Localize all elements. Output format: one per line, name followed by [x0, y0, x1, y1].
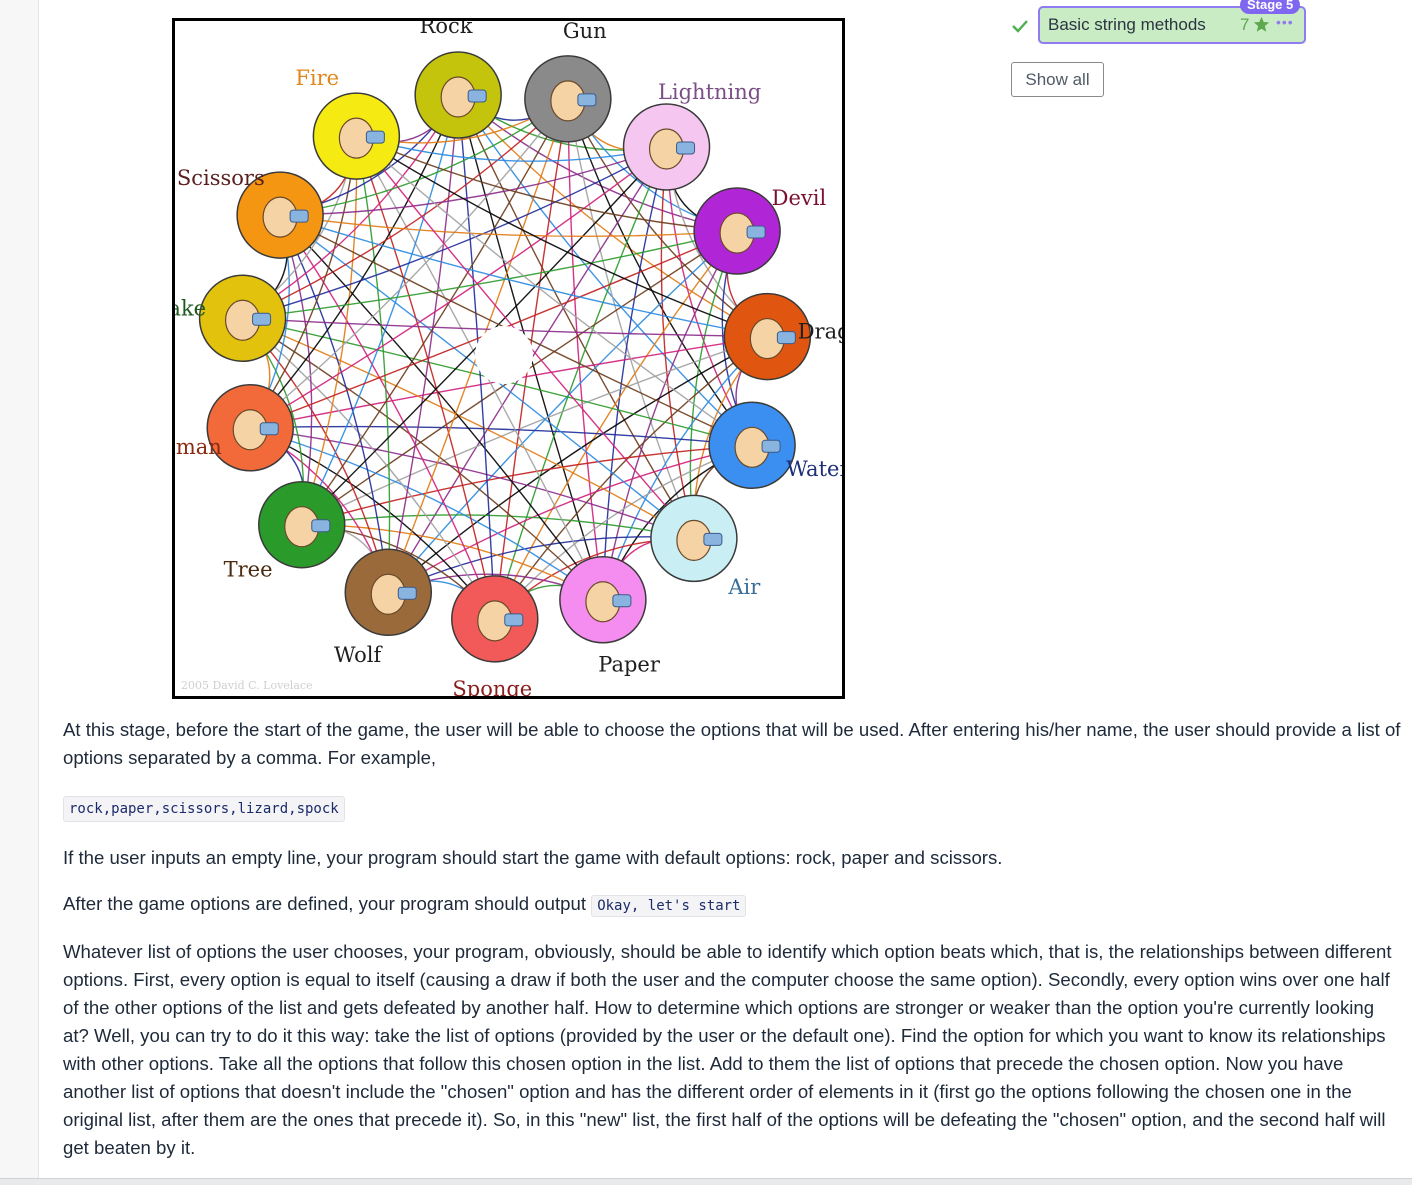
gesture-scissors: Scissors — [177, 166, 324, 259]
sleeve-icon — [397, 586, 417, 600]
left-rail — [0, 0, 39, 1184]
gesture-fire: Fire — [295, 66, 401, 180]
gesture-gun: Gun — [524, 21, 612, 143]
check-icon — [1012, 20, 1028, 33]
gesture-label: Devil — [772, 186, 827, 210]
stage-badge: Stage 5 — [1240, 0, 1301, 14]
show-all-button[interactable]: Show all — [1011, 62, 1104, 97]
gesture-human: Human — [175, 384, 294, 472]
gesture-dragon: Dragon — [723, 292, 842, 381]
sleeve-icon — [676, 141, 696, 155]
beats-arrow — [280, 214, 738, 237]
gesture-label: Paper — [598, 653, 661, 677]
beats-arrow — [355, 135, 391, 593]
center-hole — [475, 326, 533, 384]
copyright-text: 2005 David C. Lovelace — [181, 679, 313, 692]
gesture-rock: Rock — [414, 21, 502, 139]
gesture-label: Sponge — [452, 677, 532, 696]
beats-arrow — [388, 536, 694, 593]
paragraph-okay-start: After the game options are defined, your… — [63, 890, 1403, 920]
gesture-label: Human — [175, 435, 222, 459]
gesture-label: Lightning — [658, 80, 761, 104]
stage-card[interactable]: Stage 5 Basic string methods 7 ••• — [1038, 0, 1306, 44]
paragraph-options-intro: At this stage, before the start of the g… — [63, 719, 1401, 768]
sleeve-icon — [259, 422, 279, 436]
gesture-label: Air — [727, 575, 761, 599]
sleeve-icon — [289, 209, 309, 223]
gesture-snake: Snake — [175, 274, 287, 363]
gesture-lightning: Lightning — [622, 80, 761, 191]
gesture-tree: Tree — [224, 480, 346, 582]
gesture-label: Dragon — [798, 320, 842, 344]
gesture-sponge: Sponge — [451, 575, 539, 696]
star-icon — [1253, 16, 1270, 32]
rpsls-15-diagram: Rock Gun Lightning Devil Dragon Water Air Paper… — [172, 18, 845, 699]
sleeve-icon — [504, 613, 524, 627]
gesture-paper: Paper — [559, 556, 661, 677]
gesture-label: Water — [786, 457, 842, 481]
stage-score: 7 — [1240, 15, 1250, 34]
gesture-wolf: Wolf — [334, 548, 433, 667]
sleeve-icon — [746, 225, 766, 239]
more-icon[interactable]: ••• — [1276, 14, 1294, 30]
gesture-devil: Devil — [693, 186, 827, 275]
gesture-water: Water — [708, 401, 842, 490]
okay-start-code: Okay, let's start — [591, 895, 747, 917]
gesture-label: Gun — [563, 21, 607, 43]
gesture-label: Fire — [295, 66, 339, 90]
beats-arrow — [660, 146, 695, 539]
rps-diagram-svg: Rock Gun Lightning Devil Dragon Water Air Paper… — [175, 21, 842, 696]
sleeve-icon — [776, 331, 796, 345]
gesture-label: Rock — [420, 21, 473, 38]
sleeve-icon — [612, 594, 632, 608]
gesture-label: Snake — [175, 297, 206, 321]
sleeve-icon — [761, 439, 781, 453]
code-example: rock,paper,scissors,lizard,spock — [63, 796, 345, 822]
stage-description: At this stage, before the start of the g… — [63, 716, 1403, 1180]
sleeve-icon — [365, 130, 385, 144]
paragraph-relationships: Whatever list of options the user choose… — [63, 941, 1392, 1158]
sleeve-icon — [467, 89, 487, 103]
gesture-label: Wolf — [334, 643, 384, 667]
gesture-air: Air — [650, 494, 761, 599]
paragraph-empty-line: If the user inputs an empty line, your p… — [63, 847, 1003, 868]
sleeve-icon — [703, 532, 723, 546]
sleeve-icon — [577, 93, 597, 107]
sleeve-icon — [252, 312, 272, 326]
gesture-label: Scissors — [177, 166, 265, 190]
sleeve-icon — [311, 519, 331, 533]
gesture-label: Tree — [224, 558, 273, 582]
stage-title: Basic string methods — [1048, 15, 1206, 34]
paragraph-okay-start-text: After the game options are defined, your… — [63, 893, 592, 914]
